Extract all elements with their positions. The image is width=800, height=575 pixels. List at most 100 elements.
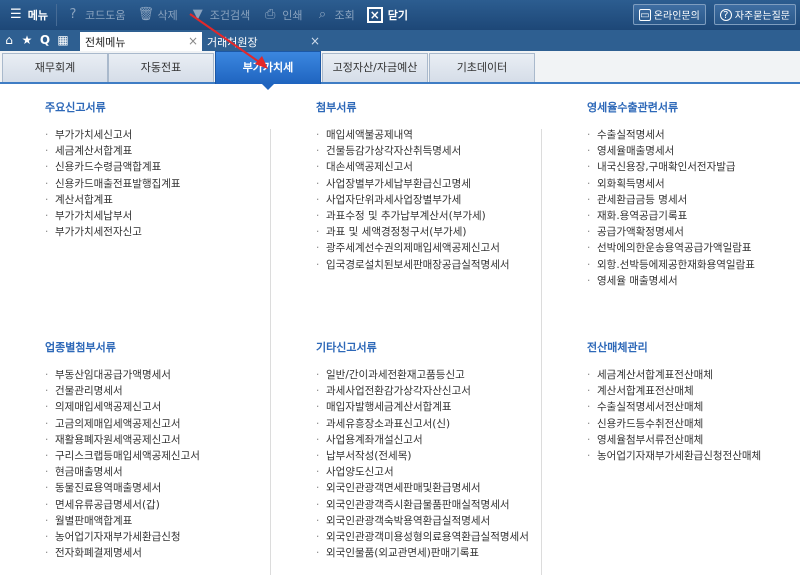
menu-link[interactable]: 농어업기자재부가세환급신청전산매체 xyxy=(587,448,761,464)
quick-search-icon[interactable]: Q xyxy=(36,30,54,51)
menu-link[interactable]: 부가가치세전자신고 xyxy=(45,224,181,240)
menu-link[interactable]: 공급가액확정명세서 xyxy=(587,224,755,240)
tab-financial-accounting[interactable]: 재무회계 xyxy=(2,53,108,82)
tab-all-menu-label: 전체메뉴 xyxy=(85,35,126,49)
menu-link[interactable]: 영세율매출명세서 xyxy=(587,143,755,159)
menu-link[interactable]: 사업장별부가세납부환급신고명세 xyxy=(316,176,510,192)
delete-button[interactable]: 🗑 삭제 xyxy=(131,0,183,30)
tab-fixed-assets[interactable]: 고정자산/자금예산 xyxy=(322,53,428,82)
menu-link[interactable]: 매입자발행세금계산서합계표 xyxy=(316,399,529,415)
section-title: 기타신고서류 xyxy=(316,341,377,354)
menu-link[interactable]: 고금의제매입세액공제신고서 xyxy=(45,416,200,432)
menu-link[interactable]: 신용카드매출전표발행집계표 xyxy=(45,176,181,192)
tab-all-menu[interactable]: 전체메뉴 × xyxy=(80,32,202,51)
menu-link[interactable]: 신용카드수령금액합계표 xyxy=(45,159,181,175)
menu-link[interactable]: 부동산임대공급가액명세서 xyxy=(45,367,200,383)
section-industry-attachments: 업종별첨부서류 부동산임대공급가액명세서건물관리명세서의제매입세액공제신고서고금… xyxy=(45,339,200,561)
section-list: 부동산임대공급가액명세서건물관리명세서의제매입세액공제신고서고금의제매입세액공제… xyxy=(45,367,200,561)
tab-label: 재무회계 xyxy=(34,61,76,74)
menu-link[interactable]: 과세사업전환감가상각자산신고서 xyxy=(316,383,529,399)
star-icon[interactable]: ★ xyxy=(18,30,36,51)
menu-link[interactable]: 선박에의한운송용역공급가액일람표 xyxy=(587,240,755,256)
menu-link[interactable]: 외국인물품(외교관면세)판매기록표 xyxy=(316,545,529,561)
menu-link[interactable]: 계산서합계표전산매체 xyxy=(587,383,761,399)
menu-link[interactable]: 부가가치세납부서 xyxy=(45,208,181,224)
menu-link[interactable]: 신용카드등수취전산매체 xyxy=(587,416,761,432)
code-help-button[interactable]: ? 코드도움 xyxy=(59,0,131,30)
menu-link[interactable]: 재화.용역공급기록표 xyxy=(587,208,755,224)
question-circle-icon: ? xyxy=(719,8,732,21)
menu-link[interactable]: 외국인관광객숙박용역환급실적명세서 xyxy=(316,513,529,529)
printer-icon: ⎙ xyxy=(265,7,276,22)
print-button[interactable]: ⎙ 인쇄 xyxy=(256,0,308,30)
tab-base-data[interactable]: 기초데이터 xyxy=(429,53,535,82)
menu-link[interactable]: 관세환급금등 명세서 xyxy=(587,192,755,208)
delete-label: 삭제 xyxy=(157,9,178,22)
menu-link[interactable]: 수출실적명세서 xyxy=(587,127,755,143)
menu-link[interactable]: 건물등감가상각자산취득명세서 xyxy=(316,143,510,159)
close-tab-icon[interactable]: × xyxy=(310,34,320,48)
calendar-icon[interactable]: ▦ xyxy=(54,30,72,51)
online-inquiry-button[interactable]: ▭ 온라인문의 xyxy=(632,4,706,25)
section-list: 부가가치세신고서세금계산서합계표신용카드수령금액합계표신용카드매출전표발행집계표… xyxy=(45,127,181,240)
tab-label: 고정자산/자금예산 xyxy=(332,61,418,74)
menu-link[interactable]: 일반/간이과세전환재고품등신고 xyxy=(316,367,529,383)
menu-link[interactable]: 부가가치세신고서 xyxy=(45,127,181,143)
menu-link[interactable]: 외항.선박등에제공한재화용역일람표 xyxy=(587,257,755,273)
menu-link[interactable]: 세금계산서합계표 xyxy=(45,143,181,159)
menu-link[interactable]: 과표 및 세액경정청구서(부가세) xyxy=(316,224,510,240)
toolbar-divider xyxy=(56,4,57,26)
menu-link[interactable]: 의제매입세액공제신고서 xyxy=(45,399,200,415)
faq-label: 자주묻는질문 xyxy=(734,11,790,22)
section-title: 전산매체관리 xyxy=(587,341,648,354)
menu-link[interactable]: 현금매출명세서 xyxy=(45,464,200,480)
section-list: 수출실적명세서영세율매출명세서내국신용장,구매확인서전자발급외화획득명세서관세환… xyxy=(587,127,755,289)
menu-link[interactable]: 납부서작성(전세목) xyxy=(316,448,529,464)
menu-link[interactable]: 외국인관광객면세판매및환급명세서 xyxy=(316,480,529,496)
close-button[interactable]: × 닫기 xyxy=(361,0,414,30)
menu-link[interactable]: 월별판매액합계표 xyxy=(45,513,200,529)
online-inquiry-label: 온라인문의 xyxy=(653,11,700,22)
tab-label: 기초데이터 xyxy=(456,61,508,74)
section-main-reports: 주요신고서류 부가가치세신고서세금계산서합계표신용카드수령금액합계표신용카드매출… xyxy=(45,99,181,240)
menu-link[interactable]: 매입세액불공제내역 xyxy=(316,127,510,143)
menu-link[interactable]: 대손세액공제신고서 xyxy=(316,159,510,175)
menu-link[interactable]: 광주세계선수권의제매입세액공제신고서 xyxy=(316,240,510,256)
menu-link[interactable]: 영세율 매출명세서 xyxy=(587,273,755,289)
menu-link[interactable]: 외국인관광객즉시환급물품판매실적명세서 xyxy=(316,497,529,513)
close-label: 닫기 xyxy=(387,9,408,22)
menu-link[interactable]: 외국인관광객미용성형의료용역환급실적명세서 xyxy=(316,529,529,545)
menu-link[interactable]: 영세율첨부서류전산매체 xyxy=(587,432,761,448)
menu-link[interactable]: 사업양도신고서 xyxy=(316,464,529,480)
section-zero-rate-export: 영세율수출관련서류 수출실적명세서영세율매출명세서내국신용장,구매확인서전자발급… xyxy=(587,99,755,289)
menu-link[interactable]: 동물진료용역매출명세서 xyxy=(45,480,200,496)
menu-link[interactable]: 입국경로설치된보세판매장공급실적명세서 xyxy=(316,257,510,273)
menu-link[interactable]: 수출실적명세서전산매체 xyxy=(587,399,761,415)
menu-link[interactable]: 계산서합계표 xyxy=(45,192,181,208)
section-list: 일반/간이과세전환재고품등신고과세사업전환감가상각자산신고서매입자발행세금계산서… xyxy=(316,367,529,561)
menu-link[interactable]: 과표수정 및 추가납부계산서(부가세) xyxy=(316,208,510,224)
faq-button[interactable]: ? 자주묻는질문 xyxy=(713,4,796,25)
menu-link[interactable]: 면세유류공급명세서(갑) xyxy=(45,497,200,513)
tab-vat[interactable]: 부가가치세 xyxy=(215,51,321,90)
tab-auto-slip[interactable]: 자동전표 xyxy=(108,53,214,82)
tab-ledger-label: 거래처원장 xyxy=(207,35,258,49)
menu-link[interactable]: 세금계산서합계표전산매체 xyxy=(587,367,761,383)
tab-ledger[interactable]: 거래처원장 × xyxy=(202,32,324,51)
lookup-button[interactable]: ⌕ 조회 xyxy=(308,0,360,30)
question-icon: ? xyxy=(69,7,77,22)
menu-link[interactable]: 사업용계좌개설신고서 xyxy=(316,432,529,448)
menu-link[interactable]: 농어업기자재부가세환급신청 xyxy=(45,529,200,545)
menu-link[interactable]: 외화획득명세서 xyxy=(587,176,755,192)
menu-link[interactable]: 과세유흥장소과표신고서(신) xyxy=(316,416,529,432)
menu-link[interactable]: 내국신용장,구매확인서전자발급 xyxy=(587,159,755,175)
menu-link[interactable]: 전자화폐결제명세서 xyxy=(45,545,200,561)
menu-button[interactable]: ☰ 메뉴 xyxy=(0,0,54,30)
menu-link[interactable]: 구리스크랩등매입세액공제신고서 xyxy=(45,448,200,464)
filter-search-button[interactable]: ▼ 조건검색 xyxy=(184,0,256,30)
menu-link[interactable]: 건물관리명세서 xyxy=(45,383,200,399)
menu-link[interactable]: 재활용폐자원세액공제신고서 xyxy=(45,432,200,448)
close-tab-icon[interactable]: × xyxy=(188,34,198,48)
menu-link[interactable]: 사업자단위과세사업장별부가세 xyxy=(316,192,510,208)
home-icon[interactable]: ⌂ xyxy=(0,30,18,51)
